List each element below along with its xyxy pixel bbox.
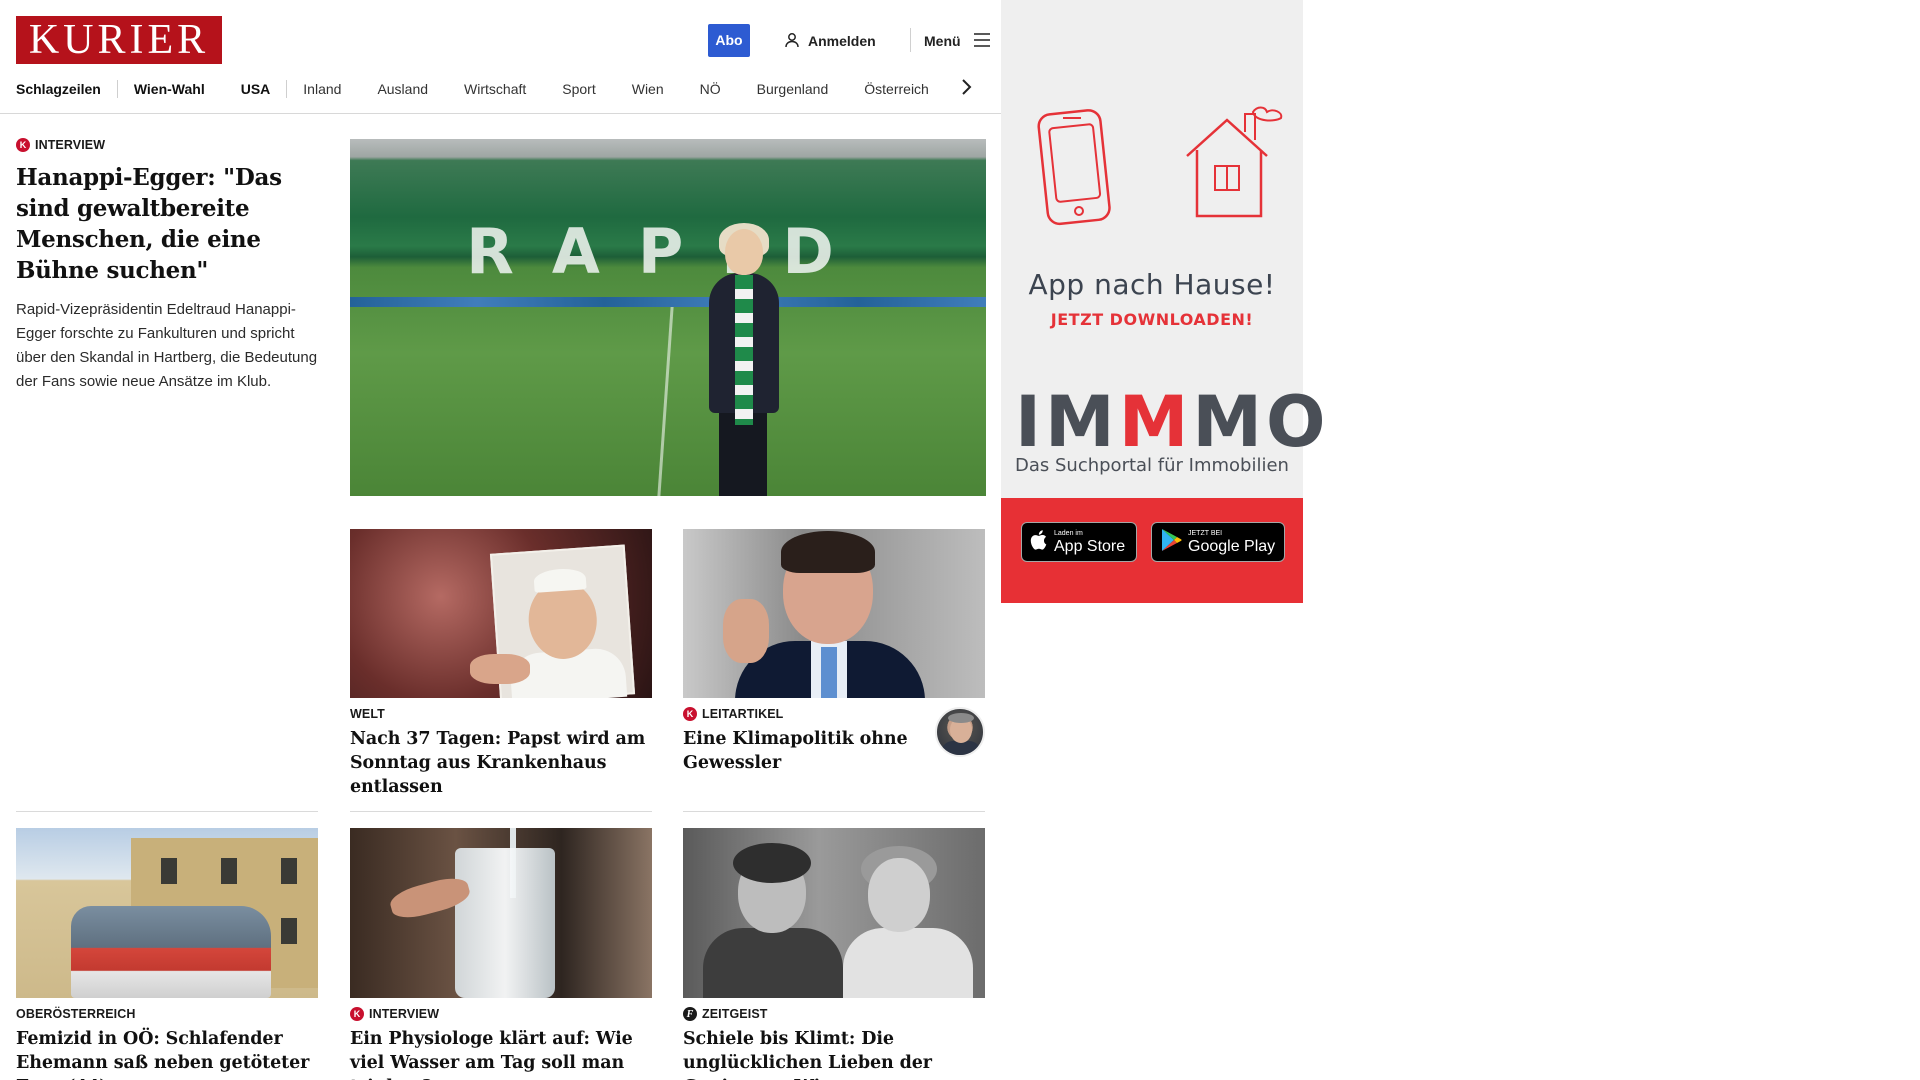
- zeitgeist-icon: f: [683, 1007, 697, 1021]
- nav-item-inland[interactable]: Inland: [303, 81, 341, 97]
- teaser-kicker: WELT: [350, 707, 652, 721]
- leitartikel-image[interactable]: [683, 529, 985, 698]
- menu-button[interactable]: Menü: [924, 30, 991, 52]
- author-avatar[interactable]: [935, 707, 985, 757]
- stadium-lettering: RAPID: [466, 215, 872, 288]
- lead-image[interactable]: RAPID: [350, 139, 986, 496]
- googleplay-small-text: JETZT BEI: [1188, 529, 1223, 537]
- site-header: KURIER Abo Anmelden Menü Schlagzeilen Wi…: [0, 0, 1006, 114]
- google-play-icon: [1160, 528, 1182, 557]
- app-store-button[interactable]: Laden im App Store: [1021, 522, 1137, 562]
- hand: [470, 654, 530, 684]
- papst-image[interactable]: [350, 529, 652, 698]
- nav-item-burgenland[interactable]: Burgenland: [757, 81, 829, 97]
- lead-summary: Rapid-Vizepräsidentin Edeltraud Hanappi-…: [16, 301, 318, 390]
- phone-icon: [1035, 106, 1117, 233]
- teaser-kicker-label: WELT: [350, 707, 385, 721]
- ad-title: App nach Hause!: [1028, 268, 1276, 301]
- lead-kicker: K INTERVIEW: [16, 138, 318, 152]
- login-button[interactable]: Anmelden: [784, 30, 876, 52]
- row-divider: [16, 811, 318, 812]
- teaser-leitartikel[interactable]: K LEITARTIKEL Eine Klimapolitik ohne Gew…: [683, 707, 923, 775]
- header-divider: [910, 28, 911, 52]
- nav-item-oesterreich[interactable]: Österreich: [864, 81, 929, 97]
- appstore-small-text: Laden im: [1054, 529, 1083, 537]
- police-car: [71, 906, 271, 998]
- lead-kicker-label: INTERVIEW: [35, 138, 106, 152]
- teaser-schiele[interactable]: f ZEITGEIST Schiele bis Klimt: Die unglü…: [683, 1007, 993, 1080]
- kurier-plus-icon: K: [16, 138, 30, 152]
- nav-item-schlagzeilen[interactable]: Schlagzeilen: [16, 81, 101, 97]
- section-nav: Schlagzeilen Wien-Wahl USA Inland Auslan…: [16, 78, 990, 100]
- teaser-kicker: OBERÖSTERREICH: [16, 1007, 326, 1021]
- teaser-headline[interactable]: Eine Klimapolitik ohne Gewessler: [683, 727, 923, 775]
- row-divider: [350, 811, 652, 812]
- googleplay-big-text: Google Play: [1188, 537, 1276, 555]
- chevron-right-icon: [960, 78, 972, 101]
- wasser-image[interactable]: [350, 828, 652, 998]
- row-divider: [683, 811, 985, 812]
- teaser-kicker-label: LEITARTIKEL: [702, 707, 784, 721]
- person-figure: [705, 223, 781, 496]
- nav-scroll-right-button[interactable]: [960, 78, 972, 100]
- kurier-plus-icon: K: [350, 1007, 364, 1021]
- main-content: KURIER Abo Anmelden Menü Schlagzeilen Wi…: [0, 0, 1006, 1080]
- ad-store-bar: Laden im App Store JETZT BEI Google Play: [1001, 498, 1303, 603]
- nav-item-noe[interactable]: NÖ: [700, 81, 721, 97]
- teaser-femizid[interactable]: OBERÖSTERREICH Femizid in OÖ: Schlafende…: [16, 1007, 326, 1080]
- teaser-headline[interactable]: Schiele bis Klimt: Die unglücklichen Lie…: [683, 1027, 993, 1080]
- teaser-kicker: K INTERVIEW: [350, 1007, 660, 1021]
- teaser-headline[interactable]: Femizid in OÖ: Schlafender Ehemann saß n…: [16, 1027, 326, 1080]
- water-jug: [455, 848, 555, 998]
- teaser-headline[interactable]: Ein Physiologe klärt auf: Wie viel Wasse…: [350, 1027, 660, 1080]
- femizid-image[interactable]: [16, 828, 318, 998]
- immmo-logo: IMMMO: [1015, 381, 1330, 463]
- appstore-big-text: App Store: [1054, 537, 1126, 555]
- hamburger-icon: [973, 32, 991, 50]
- login-label: Anmelden: [808, 33, 876, 49]
- teaser-kicker: f ZEITGEIST: [683, 1007, 993, 1021]
- stadium-adboards: [350, 297, 986, 307]
- teaser-kicker: K LEITARTIKEL: [683, 707, 923, 721]
- teaser-kicker-label: OBERÖSTERREICH: [16, 1007, 136, 1021]
- house-icon: [1181, 106, 1293, 227]
- nav-item-wien[interactable]: Wien: [632, 81, 664, 97]
- teaser-papst[interactable]: WELT Nach 37 Tagen: Papst wird am Sonnta…: [350, 707, 652, 799]
- immmo-ad[interactable]: App nach Hause! JETZT DOWNLOADEN! IMMMO …: [1001, 0, 1330, 603]
- schiele-image[interactable]: [683, 828, 985, 998]
- nav-item-sport[interactable]: Sport: [562, 81, 595, 97]
- kurier-plus-icon: K: [683, 707, 697, 721]
- nav-item-ausland[interactable]: Ausland: [377, 81, 428, 97]
- teaser-headline[interactable]: Nach 37 Tagen: Papst wird am Sonntag aus…: [350, 727, 652, 799]
- teaser-wasser[interactable]: K INTERVIEW Ein Physiologe klärt auf: Wi…: [350, 1007, 660, 1080]
- lead-headline[interactable]: Hanappi-Egger: "Das sind gewaltbereite M…: [16, 162, 318, 286]
- nav-item-usa[interactable]: USA: [241, 81, 271, 97]
- lead-article[interactable]: K INTERVIEW Hanappi-Egger: "Das sind gew…: [16, 138, 318, 394]
- pitch-line: [657, 307, 674, 496]
- kurier-logo[interactable]: KURIER: [16, 16, 222, 64]
- user-icon: [784, 32, 800, 51]
- nav-divider: [116, 80, 118, 98]
- menu-label: Menü: [924, 33, 961, 49]
- nav-item-wirtschaft[interactable]: Wirtschaft: [464, 81, 526, 97]
- google-play-button[interactable]: JETZT BEI Google Play: [1151, 522, 1285, 562]
- abo-button[interactable]: Abo: [708, 24, 750, 57]
- nav-item-wien-wahl[interactable]: Wien-Wahl: [134, 81, 205, 97]
- teaser-kicker-label: INTERVIEW: [369, 1007, 440, 1021]
- teaser-kicker-label: ZEITGEIST: [702, 1007, 768, 1021]
- nav-divider: [286, 80, 288, 98]
- ad-subtitle: JETZT DOWNLOADEN!: [1050, 310, 1254, 329]
- apple-icon: [1030, 529, 1048, 556]
- ad-tagline: Das Suchportal für Immobilien: [1015, 455, 1289, 476]
